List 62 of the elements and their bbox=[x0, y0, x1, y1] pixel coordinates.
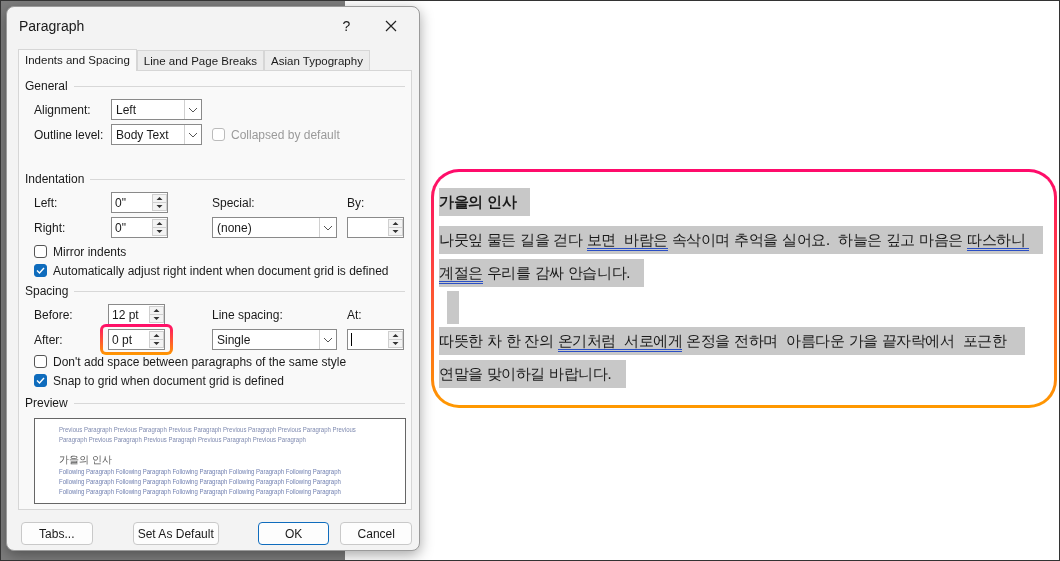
dropdown[interactable]: Single bbox=[212, 329, 337, 350]
chevron-icon bbox=[322, 335, 334, 344]
preview-text: Following Paragraph Following Paragraph Following Paragraph Following Paragraph Following Paragraph bbox=[59, 467, 341, 477]
spinner-icon bbox=[149, 306, 164, 323]
field-label: Before: bbox=[34, 306, 73, 324]
checkbox-label: Don't add space between paragraphs of the same style bbox=[53, 353, 347, 371]
dropdown[interactable]: (none) bbox=[212, 217, 337, 238]
checkbox-label: Snap to grid when document grid is defined bbox=[53, 372, 284, 390]
spin-field[interactable]: 0" bbox=[111, 192, 168, 213]
spinner-icon bbox=[388, 331, 403, 348]
tab[interactable]: Line and Page Breaks bbox=[136, 50, 265, 70]
dialog-button[interactable]: OK bbox=[257, 522, 330, 545]
field-label: Right: bbox=[34, 219, 66, 237]
field-label: Outline level: bbox=[34, 126, 104, 144]
chevron-icon bbox=[322, 223, 334, 232]
section-heading: Preview bbox=[25, 395, 68, 412]
spin-field[interactable]: 0 pt bbox=[108, 329, 165, 350]
checkbox-label: Mirror indents bbox=[53, 243, 127, 261]
dialog-button[interactable]: Tabs... bbox=[21, 522, 93, 545]
dropdown[interactable]: Left bbox=[111, 99, 202, 120]
checkbox[interactable] bbox=[34, 264, 47, 277]
help-button[interactable]: ? bbox=[323, 15, 370, 37]
spin-field[interactable] bbox=[347, 217, 404, 238]
spinner-icon bbox=[388, 219, 403, 236]
dialog-button[interactable]: Set As Default bbox=[132, 522, 219, 545]
document-heading: 가을의 인사 bbox=[439, 181, 1050, 223]
check-icon bbox=[35, 265, 46, 276]
field-label: Left: bbox=[34, 194, 58, 212]
spinner-icon bbox=[152, 219, 167, 236]
section-heading: General bbox=[25, 78, 68, 95]
checkbox[interactable] bbox=[34, 374, 47, 387]
check-icon bbox=[35, 375, 46, 386]
dialog-title: Paragraph bbox=[19, 16, 86, 36]
spinner-icon bbox=[149, 331, 164, 348]
preview-text: Following Paragraph Following Paragraph Following Paragraph Following Paragraph Following Paragraph bbox=[59, 487, 341, 497]
tab[interactable]: Indents and Spacing bbox=[18, 49, 137, 71]
section-heading: Spacing bbox=[25, 283, 69, 300]
checkbox[interactable] bbox=[34, 245, 47, 258]
chevron-icon bbox=[187, 130, 199, 139]
field-label: Special: bbox=[212, 194, 255, 212]
preview-text: Following Paragraph Following Paragraph Following Paragraph Following Paragraph Following Paragraph bbox=[59, 477, 341, 487]
preview-text: Previous Paragraph Previous Paragraph Previous Paragraph Previous Paragraph Previous Paragraph Previous bbox=[59, 425, 356, 435]
preview-text: 가을의 인사 bbox=[59, 454, 113, 466]
field-label: Line spacing: bbox=[212, 306, 283, 324]
tab[interactable]: Asian Typography bbox=[264, 50, 370, 70]
spin-field[interactable]: 12 pt bbox=[108, 304, 165, 325]
field-label: Alignment: bbox=[34, 101, 91, 119]
field-label: At: bbox=[347, 306, 362, 324]
field-label: After: bbox=[34, 331, 63, 349]
checkbox-label: Collapsed by default bbox=[231, 126, 340, 144]
spin-field[interactable] bbox=[347, 329, 404, 350]
spinner-icon bbox=[152, 194, 167, 211]
dialog-button[interactable]: Cancel bbox=[340, 522, 412, 545]
checkbox-label: Automatically adjust right indent when document grid is defined bbox=[53, 262, 389, 280]
dropdown[interactable]: Body Text bbox=[111, 124, 202, 145]
section-heading: Indentation bbox=[25, 171, 85, 188]
preview-text: Paragraph Previous Paragraph Previous Paragraph Previous Paragraph Previous Paragraph bbox=[59, 435, 306, 445]
chevron-icon bbox=[187, 105, 199, 114]
close-icon bbox=[385, 20, 397, 32]
checkbox[interactable] bbox=[34, 355, 47, 368]
field-label: By: bbox=[347, 194, 365, 212]
spin-field[interactable]: 0" bbox=[111, 217, 168, 238]
